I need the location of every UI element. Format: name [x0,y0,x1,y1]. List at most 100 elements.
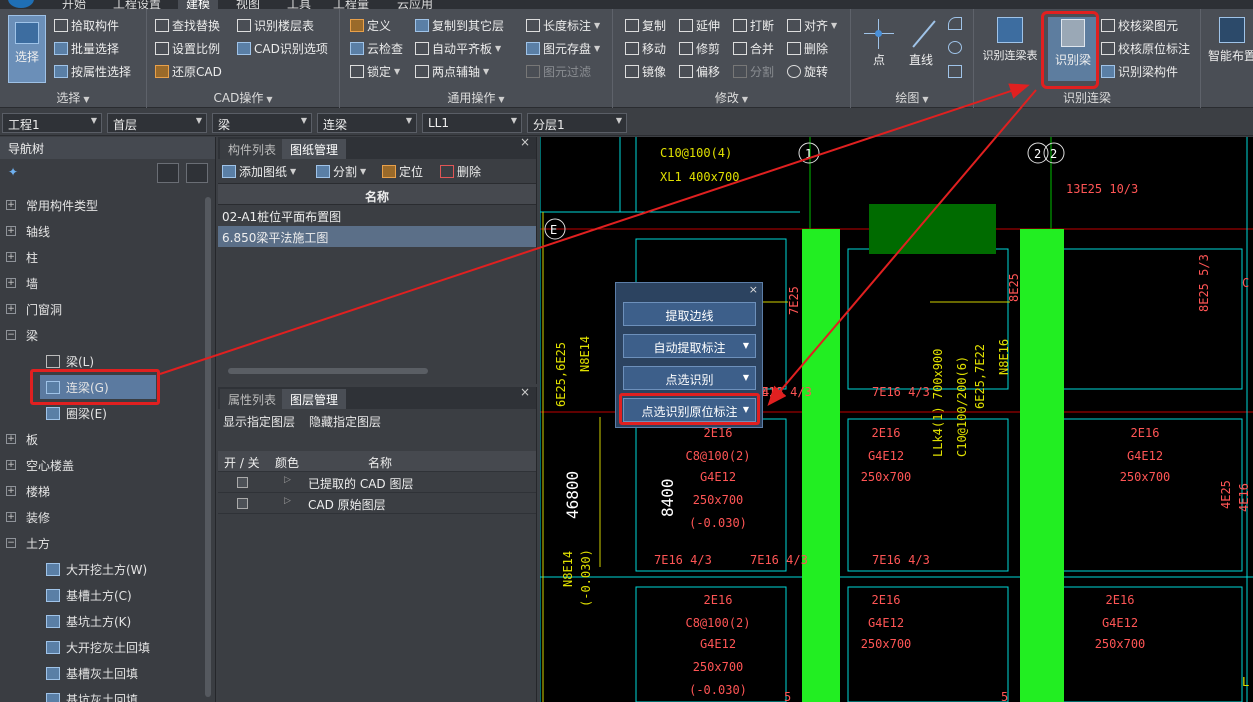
nav-item-column[interactable]: + 柱 [6,245,38,269]
layer-row[interactable]: ▷ CAD 原始图层 [218,493,536,514]
restore-cad-button[interactable]: 还原CAD [155,61,222,81]
nav-sub-earth-1[interactable]: 大开挖土方(W) [46,557,147,581]
close-icon[interactable]: × [520,387,530,399]
color-expand-icon[interactable]: ▷ [284,475,291,485]
subtype-combo[interactable]: 连梁 ▼ [317,113,417,133]
set-scale-button[interactable]: 设置比例 [155,38,220,58]
nav-item-stairs[interactable]: + 楼梯 [6,479,50,503]
check-beam-button[interactable]: 校核梁图元 [1101,15,1178,35]
expand-icon[interactable]: + [6,512,16,522]
tab-quantity[interactable]: 工程量 [333,0,369,9]
expand-icon[interactable]: + [6,434,16,444]
drawing-row[interactable]: 02-A1桩位平面布置图 [218,205,536,226]
split-drawing-button[interactable]: 分割 ▼ [316,161,366,181]
close-icon[interactable]: × [749,283,758,296]
nav-item-common[interactable]: + 常用构件类型 [6,193,98,217]
two-point-axis-button[interactable]: 两点辅轴 ▼ [415,61,489,81]
nav-item-wall[interactable]: + 墙 [6,271,38,295]
nav-sub-earth-2[interactable]: 基槽土方(C) [46,583,132,607]
select-by-attr-button[interactable]: 按属性选择 [54,61,131,81]
check-annotation-button[interactable]: 校核原位标注 [1101,38,1190,58]
app-logo-icon[interactable] [8,0,34,8]
nav-item-axis[interactable]: + 轴线 [6,219,50,243]
rect-icon[interactable] [948,65,962,78]
auto-extract-annotation-button[interactable]: 自动提取标注 ▼ [623,334,756,358]
tab-modeling[interactable]: 建模 [178,0,219,9]
show-layer-link[interactable]: 显示指定图层 [223,413,295,430]
floor-combo[interactable]: 首层 ▼ [107,113,207,133]
delete-button[interactable]: 删除 [787,38,828,58]
split-button[interactable]: 分割 [733,61,774,81]
pick-component-button[interactable]: 拾取构件 [54,15,119,35]
drawing-row-selected[interactable]: 6.850梁平法施工图 [218,226,536,247]
color-expand-icon[interactable]: ▷ [284,496,291,506]
nav-item-earthwork[interactable]: − 土方 [6,531,50,555]
move-button[interactable]: 移动 [625,38,666,58]
nav-item-slab[interactable]: + 板 [6,427,38,451]
circle-icon[interactable] [948,41,962,54]
tab-cloud[interactable]: 云应用 [397,0,433,9]
coupling-beam-2[interactable] [1020,229,1064,702]
extend-button[interactable]: 延伸 [679,15,720,35]
layer-checkbox[interactable] [237,477,248,488]
copy-to-floor-button[interactable]: 复制到其它层 [415,15,504,35]
smart-layout-button[interactable]: 智能布置 [1207,17,1253,64]
point-button[interactable]: 点 [861,17,897,68]
nav-item-hollow-floor[interactable]: + 空心楼盖 [6,453,74,477]
cad-options-button[interactable]: CAD识别选项 [237,38,328,58]
add-drawing-button[interactable]: 添加图纸 ▼ [222,161,296,181]
save-element-button[interactable]: 图元存盘 ▼ [526,38,600,58]
nav-sub-earth-6[interactable]: 基坑灰土回填 [46,687,138,702]
expand-icon[interactable]: + [6,304,16,314]
collapse-icon[interactable]: − [6,538,16,548]
length-dim-button[interactable]: 长度标注 ▼ [526,15,600,35]
type-combo[interactable]: 梁 ▼ [212,113,312,133]
merge-button[interactable]: 合并 [733,38,774,58]
tab-start[interactable]: 开始 [62,0,86,9]
tab-drawing-manage[interactable]: 图纸管理 [282,139,347,159]
sparkle-icon[interactable]: ✦ [8,165,18,179]
component-combo[interactable]: LL1 ▼ [422,113,522,133]
tab-layer-manage[interactable]: 图层管理 [282,389,347,409]
collapse-icon[interactable]: − [6,330,16,340]
tab-component-list[interactable]: 构件列表 [220,139,285,159]
define-button[interactable]: 定义 [350,15,391,35]
mirror-button[interactable]: 镜像 [625,61,666,81]
tab-attribute-list[interactable]: 属性列表 [220,389,285,409]
expand-icon[interactable]: + [6,486,16,496]
list-view-icon[interactable] [157,163,179,183]
nav-item-beam[interactable]: − 梁 [6,323,38,347]
tab-project-settings[interactable]: 工程设置 [113,0,161,9]
layer-checkbox[interactable] [237,498,248,509]
lock-button[interactable]: 锁定 ▼ [350,61,400,81]
copy-button[interactable]: 复制 [625,15,666,35]
offset-button[interactable]: 偏移 [679,61,720,81]
close-icon[interactable]: × [520,137,530,149]
locate-button[interactable]: 定位 [382,161,423,181]
layer-row[interactable]: ▷ 已提取的 CAD 图层 [218,472,536,493]
nav-sub-earth-5[interactable]: 基槽灰土回填 [46,661,138,685]
point-recognize-button[interactable]: 点选识别 ▼ [623,366,756,390]
drawing-hscrollbar[interactable] [228,368,428,374]
nav-sub-earth-4[interactable]: 大开挖灰土回填 [46,635,150,659]
batch-select-button[interactable]: 批量选择 [54,38,119,58]
line-button[interactable]: 直线 [903,17,939,68]
expand-icon[interactable]: + [6,226,16,236]
nav-scrollbar[interactable] [205,197,211,697]
hide-layer-link[interactable]: 隐藏指定图层 [309,413,381,430]
find-replace-button[interactable]: 查找替换 [155,15,220,35]
extract-edge-button[interactable]: 提取边线 [623,302,756,326]
cloud-check-button[interactable]: 云检查 [350,38,403,58]
project-combo[interactable]: 工程1 ▼ [2,113,102,133]
nav-sub-earth-3[interactable]: 基坑土方(K) [46,609,131,633]
tab-tools[interactable]: 工具 [287,0,311,9]
trim-button[interactable]: 修剪 [679,38,720,58]
tab-view[interactable]: 视图 [236,0,260,9]
select-button[interactable]: 选择 [8,15,46,83]
nav-sub-ring-beam[interactable]: 圈梁(E) [46,401,107,425]
expand-icon[interactable]: + [6,200,16,210]
nav-item-decoration[interactable]: + 装修 [6,505,50,529]
expand-icon[interactable]: + [6,460,16,470]
recognize-floor-table-button[interactable]: 识别楼层表 [237,15,314,35]
recognize-beam-component-button[interactable]: 识别梁构件 [1101,61,1178,81]
